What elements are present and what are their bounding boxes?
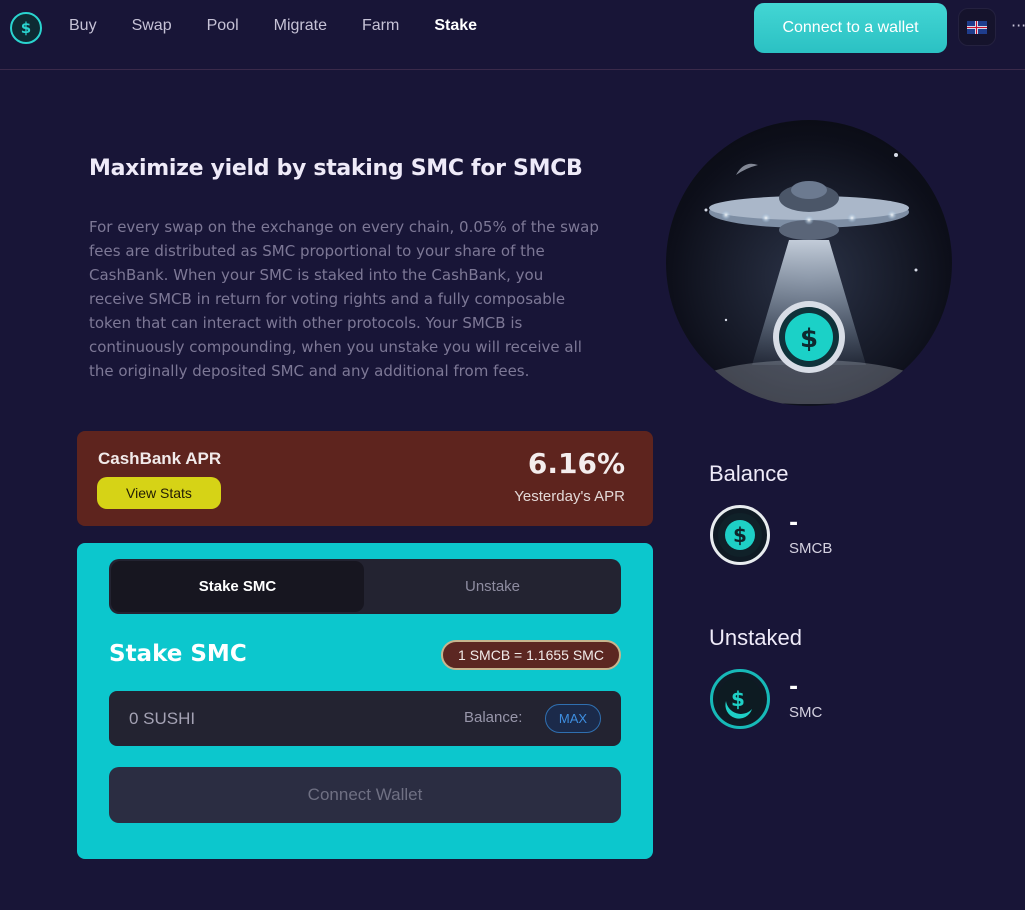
nav-buy[interactable]: Buy	[69, 17, 97, 35]
smc-token-icon: $	[710, 669, 770, 729]
uk-flag-icon	[967, 20, 987, 34]
balance-title: Balance	[709, 461, 789, 486]
apr-value: 6.16%	[527, 447, 625, 480]
page-title: Maximize yield by staking SMC for SMCB	[89, 156, 583, 181]
ufo-coin-illustration: $	[666, 120, 952, 406]
nav-pool[interactable]: Pool	[207, 17, 239, 35]
nav-stake[interactable]: Stake	[434, 17, 477, 35]
svg-text:$: $	[800, 324, 818, 354]
main-nav: Buy Swap Pool Migrate Farm Stake	[69, 17, 512, 35]
unstaked-title: Unstaked	[709, 625, 802, 650]
svg-text:$: $	[733, 523, 747, 547]
connect-wallet-button[interactable]: Connect to a wallet	[754, 3, 947, 53]
balance-label: Balance:	[464, 709, 523, 726]
connect-wallet-action-button[interactable]: Connect Wallet	[109, 767, 621, 823]
more-options-icon[interactable]: ···	[1011, 16, 1025, 35]
max-button[interactable]: MAX	[545, 704, 601, 733]
nav-swap[interactable]: Swap	[132, 17, 172, 35]
balance-token-name: SMCB	[789, 540, 833, 557]
tab-unstake[interactable]: Unstake	[366, 561, 619, 612]
amount-input-row: Balance: MAX	[109, 691, 621, 746]
view-stats-button[interactable]: View Stats	[97, 477, 221, 509]
apr-subtitle: Yesterday's APR	[514, 488, 625, 505]
intro-description: For every swap on the exchange on every …	[89, 218, 599, 380]
safemoon-cash-logo-icon[interactable]: $	[10, 12, 42, 44]
language-selector-button[interactable]	[958, 8, 996, 46]
balance-value: -	[789, 511, 799, 536]
unstaked-token-name: SMC	[789, 704, 823, 721]
nav-migrate[interactable]: Migrate	[274, 17, 327, 35]
apr-label: CashBank APR	[98, 449, 222, 468]
smcb-token-icon: $	[710, 505, 770, 565]
cashbank-apr-card: CashBank APR View Stats 6.16% Yesterday'…	[77, 431, 653, 526]
stake-tabs: Stake SMC Unstake	[109, 559, 621, 614]
top-navigation-bar: $ Buy Swap Pool Migrate Farm Stake Conne…	[0, 0, 1025, 70]
stake-card: Stake SMC Unstake Stake SMC 1 SMCB = 1.1…	[77, 543, 653, 859]
svg-text:$: $	[731, 687, 745, 711]
stake-heading: Stake SMC	[109, 641, 247, 667]
tab-stake-smc[interactable]: Stake SMC	[111, 561, 364, 612]
unstaked-value: -	[789, 675, 799, 700]
exchange-rate-badge: 1 SMCB = 1.1655 SMC	[441, 640, 621, 670]
nav-farm[interactable]: Farm	[362, 17, 399, 35]
ufo-illustration-icon: $	[699, 153, 919, 404]
stake-amount-input[interactable]	[129, 705, 359, 733]
